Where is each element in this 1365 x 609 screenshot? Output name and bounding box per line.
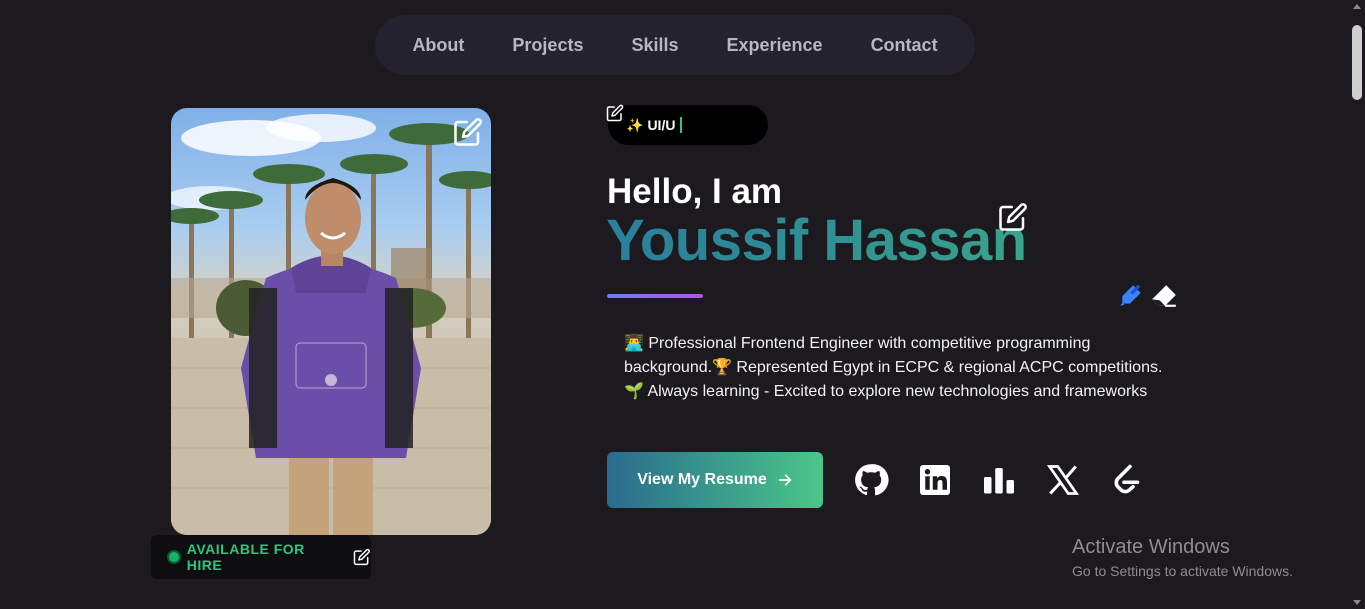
greeting-heading: Hello, I am bbox=[607, 172, 783, 211]
scroll-up-arrow-icon[interactable] bbox=[1353, 4, 1361, 9]
bio-paragraph: 👨‍💻 Professional Frontend Engineer with … bbox=[624, 332, 1184, 404]
top-nav: About Projects Skills Experience Contact bbox=[375, 15, 975, 75]
availability-badge: AVAILABLE FOR HIRE bbox=[151, 535, 371, 579]
windows-activation-watermark: Activate Windows Go to Settings to activ… bbox=[1072, 536, 1293, 579]
name-edit-icon[interactable] bbox=[998, 202, 1028, 232]
profile-photo bbox=[171, 108, 491, 535]
x-icon[interactable] bbox=[1045, 462, 1081, 498]
nav-contact[interactable]: Contact bbox=[871, 35, 938, 56]
scroll-down-arrow-icon[interactable] bbox=[1353, 600, 1361, 605]
arrow-right-icon bbox=[778, 474, 791, 486]
name-underline bbox=[607, 294, 703, 298]
brush-icon[interactable] bbox=[1118, 282, 1144, 308]
photo-illustration bbox=[171, 114, 491, 535]
view-resume-button[interactable]: View My Resume bbox=[607, 452, 823, 508]
linkedin-icon[interactable] bbox=[917, 462, 953, 498]
nav-about[interactable]: About bbox=[412, 35, 464, 56]
role-typing-text: UI/U bbox=[647, 117, 676, 133]
nav-projects[interactable]: Projects bbox=[512, 35, 583, 56]
leetcode-icon[interactable] bbox=[1109, 462, 1145, 498]
scrollbar-thumb[interactable] bbox=[1352, 25, 1362, 100]
availability-edit-icon[interactable] bbox=[353, 548, 371, 566]
bio-line: background.🏆 Represented Egypt in ECPC &… bbox=[624, 359, 1163, 376]
photo-edit-icon[interactable] bbox=[453, 117, 483, 147]
status-dot bbox=[169, 552, 179, 562]
activation-subtitle: Go to Settings to activate Windows. bbox=[1072, 563, 1293, 579]
nav-skills[interactable]: Skills bbox=[631, 35, 678, 56]
role-typing-pill: ✨ UI/U bbox=[608, 105, 768, 145]
bar-chart-icon[interactable] bbox=[981, 462, 1017, 498]
name-heading: Youssif Hassan bbox=[606, 208, 1027, 273]
role-edit-icon[interactable] bbox=[606, 104, 624, 122]
eraser-icon[interactable] bbox=[1150, 282, 1178, 308]
availability-text: AVAILABLE FOR HIRE bbox=[186, 541, 305, 573]
sparkle-icon: ✨ bbox=[626, 116, 644, 133]
resume-button-label: View My Resume bbox=[637, 471, 767, 488]
activation-title: Activate Windows bbox=[1072, 536, 1230, 558]
bio-line: 👨‍💻 Professional Frontend Engineer with … bbox=[624, 335, 1091, 352]
nav-experience[interactable]: Experience bbox=[727, 35, 823, 56]
page-scrollbar[interactable] bbox=[1348, 0, 1365, 609]
typing-caret bbox=[680, 117, 683, 133]
bio-line: 🌱 Always learning - Excited to explore n… bbox=[624, 383, 1148, 400]
github-icon[interactable] bbox=[853, 462, 889, 498]
